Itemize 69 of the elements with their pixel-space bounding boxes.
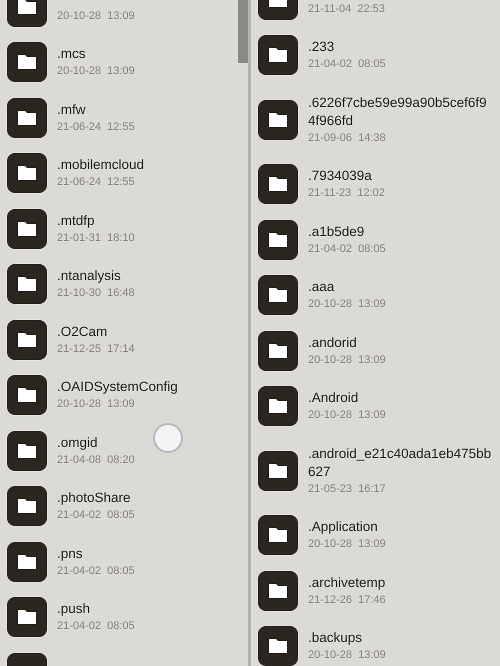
modified-date: 21-11-04 22:53 — [308, 2, 385, 17]
modified-date: 21-12-26 17:46 — [308, 592, 386, 608]
folder-icon — [7, 208, 47, 249]
folder-icon — [258, 220, 298, 260]
folder-icon — [7, 375, 47, 416]
modified-date: 20-10-28 13:09 — [308, 297, 386, 312]
modified-date: 20-10-28 13:09 — [308, 352, 386, 368]
folder-name[interactable]: .archivetemp — [308, 574, 386, 592]
folder-name[interactable]: .andorid — [308, 334, 357, 352]
folder-name[interactable]: .a1b5de9 — [308, 222, 364, 241]
folder-name[interactable]: .pns — [57, 544, 83, 563]
modified-date: 21-04-02 08:05 — [308, 57, 386, 72]
modified-date: 20-10-28 13:09 — [57, 397, 135, 412]
folder-icon — [258, 275, 298, 316]
folder-name[interactable]: .Application — [308, 518, 378, 536]
folder-name[interactable]: .ntanalysis — [57, 267, 121, 286]
modified-date: 20-10-28 13:09 — [57, 8, 135, 24]
floating-button[interactable] — [153, 423, 183, 453]
modified-date: 21-06-24 12:55 — [57, 175, 135, 190]
folder-icon — [258, 164, 298, 204]
folder-name[interactable]: .mtdfp — [57, 212, 95, 230]
folder-name[interactable]: .push — [57, 600, 90, 618]
modified-date: 21-04-02 08:05 — [57, 564, 135, 579]
folder-name[interactable]: .6226f7cbe59e99a90b5cef6f94f966fd — [308, 94, 494, 130]
folder-icon — [258, 570, 298, 611]
folder-icon — [7, 542, 47, 582]
folder-name[interactable]: .O2Cam — [57, 322, 108, 341]
modified-date: 21-11-23 12:02 — [308, 186, 385, 202]
folder-name[interactable]: .Android — [308, 389, 358, 408]
folder-icon — [7, 320, 47, 360]
modified-date: 21-04-08 08:20 — [57, 452, 135, 468]
modified-date: 21-04-02 08:05 — [57, 619, 135, 634]
folder-name[interactable]: .android_e21c40ada1eb475bb627 — [308, 444, 494, 481]
folder-icon — [258, 515, 298, 556]
folder-icon — [258, 35, 298, 76]
folder-name[interactable]: .7934039a — [308, 167, 372, 186]
modified-date: 20-10-28 13:09 — [308, 648, 386, 664]
modified-date: 21-10-30 16:48 — [57, 286, 135, 302]
folder-icon — [258, 386, 298, 426]
modified-date: 21-01-31 18:10 — [57, 230, 135, 246]
folder-icon — [258, 626, 298, 666]
modified-date: 21-09-06 14:38 — [308, 130, 386, 146]
folder-icon — [7, 98, 47, 138]
modified-date: 21-04-02 08:05 — [308, 242, 386, 257]
modified-date: 20-10-28 13:09 — [57, 64, 135, 80]
modified-date: 21-05-23 16:17 — [308, 482, 386, 497]
folder-name[interactable]: .photoShare — [57, 489, 131, 508]
folder-icon — [7, 153, 47, 194]
folder-name[interactable]: .omgid — [57, 434, 98, 452]
folder-icon — [258, 450, 298, 491]
folder-name[interactable]: .mobilemcloud — [57, 156, 144, 174]
folder-name[interactable]: .backups — [308, 629, 362, 648]
folder-icon — [258, 330, 298, 371]
folder-icon — [7, 486, 47, 526]
folder-icon — [7, 597, 47, 638]
modified-date: 20-10-28 13:09 — [308, 408, 386, 424]
modified-date: 21-12-25 17:14 — [57, 342, 135, 357]
folder-name[interactable]: .aaa — [308, 278, 334, 296]
modified-date: 21-04-02 08:05 — [57, 508, 135, 524]
folder-icon — [7, 42, 47, 82]
folder-icon — [7, 430, 47, 471]
folder-name[interactable]: .mfw — [57, 100, 86, 119]
folder-icon — [258, 100, 298, 140]
folder-icon — [7, 264, 47, 304]
modified-date: 20-10-28 13:09 — [308, 537, 386, 552]
folder-name[interactable]: .233 — [308, 38, 334, 56]
folder-name[interactable]: .mcs — [57, 45, 86, 64]
folder-name[interactable]: .OAIDSystemConfig — [57, 378, 178, 396]
modified-date: 21-06-24 12:55 — [57, 120, 135, 135]
